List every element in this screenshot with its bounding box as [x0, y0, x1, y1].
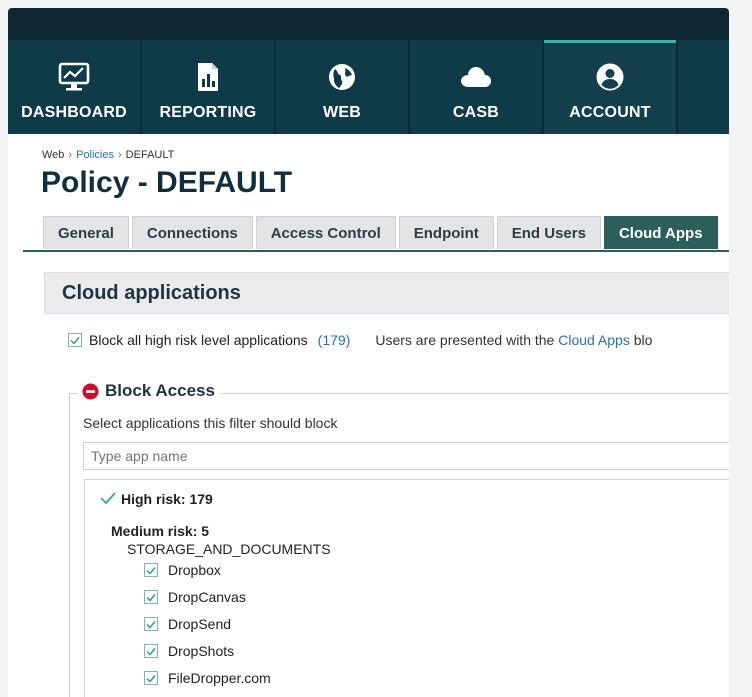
- app-search-input[interactable]: [83, 442, 729, 470]
- nav-web[interactable]: WEB: [276, 40, 410, 134]
- monitor-chart-icon: [57, 62, 91, 92]
- app-checkbox[interactable]: [144, 617, 158, 631]
- breadcrumb-policies-link[interactable]: Policies: [76, 149, 114, 161]
- user-circle-icon: [595, 62, 625, 92]
- info-prefix: Users are presented with the: [375, 332, 559, 348]
- app-checkbox[interactable]: [144, 590, 158, 604]
- app-checkbox[interactable]: [144, 563, 158, 577]
- block-all-row: Block all high risk level applications (…: [68, 332, 652, 348]
- app-name: DropCanvas: [168, 589, 246, 605]
- list-item[interactable]: DropCanvas: [144, 589, 246, 605]
- check-icon: [146, 620, 156, 629]
- main-nav: DASHBOARD REPORTING WEB CASB ACCOUNT: [8, 40, 729, 134]
- globe-icon: [327, 62, 357, 92]
- high-risk-label: High risk:: [121, 491, 186, 507]
- app-name: Dropbox: [168, 562, 221, 578]
- nav-label: DASHBOARD: [21, 104, 127, 121]
- nav-account[interactable]: ACCOUNT: [544, 40, 678, 134]
- check-icon: [70, 336, 80, 345]
- block-all-count[interactable]: (179): [318, 332, 351, 348]
- app-name: FileDropper.com: [168, 670, 271, 686]
- block-access-legend: Block Access: [78, 381, 221, 401]
- block-access-title: Block Access: [105, 381, 215, 400]
- nav-dashboard[interactable]: DASHBOARD: [8, 40, 142, 134]
- check-icon: [146, 566, 156, 575]
- check-icon: [146, 593, 156, 602]
- block-all-info: Users are presented with the Cloud Apps …: [375, 332, 652, 348]
- tab-end-users[interactable]: End Users: [496, 216, 601, 249]
- app-checkbox[interactable]: [144, 671, 158, 685]
- list-item[interactable]: DropSend: [144, 616, 231, 632]
- breadcrumb-separator: ›: [68, 149, 73, 161]
- breadcrumb-root[interactable]: Web: [42, 149, 64, 161]
- section-title: Cloud applications: [62, 281, 241, 304]
- tab-general[interactable]: General: [43, 216, 129, 249]
- block-access-hint: Select applications this filter should b…: [83, 415, 338, 431]
- check-icon: [146, 647, 156, 656]
- nav-reporting[interactable]: REPORTING: [142, 40, 276, 134]
- policy-tabs: General Connections Access Control Endpo…: [43, 216, 721, 250]
- breadcrumb: Web › Policies › DEFAULT: [42, 149, 174, 161]
- breadcrumb-current: DEFAULT: [125, 149, 175, 161]
- nav-label: WEB: [323, 104, 361, 121]
- report-icon: [195, 62, 221, 92]
- info-suffix: blo: [629, 332, 653, 348]
- high-risk-row[interactable]: High risk: 179: [100, 491, 213, 507]
- nav-label: CASB: [452, 104, 500, 121]
- stop-icon: [82, 383, 99, 400]
- list-item[interactable]: Dropbox: [144, 562, 221, 578]
- breadcrumb-separator: ›: [118, 149, 122, 161]
- list-item[interactable]: DropShots: [144, 643, 234, 659]
- high-risk-count: 179: [189, 491, 213, 507]
- check-icon: [146, 674, 156, 683]
- cloud-icon: [459, 62, 493, 92]
- app-checkbox[interactable]: [144, 644, 158, 658]
- tab-endpoint[interactable]: Endpoint: [398, 216, 494, 249]
- app-name: DropSend: [168, 616, 232, 632]
- block-all-label: Block all high risk level applications: [89, 332, 308, 348]
- app-list: [84, 479, 729, 697]
- top-bar: [8, 8, 729, 40]
- block-all-checkbox[interactable]: [68, 333, 82, 347]
- app-frame: DASHBOARD REPORTING WEB CASB ACCOUNT Web…: [8, 8, 729, 697]
- nav-casb[interactable]: CASB: [410, 40, 544, 134]
- section-header: Cloud applications: [44, 272, 729, 314]
- checkmark-icon: [100, 491, 116, 507]
- nav-label: REPORTING: [159, 104, 257, 121]
- tab-connections[interactable]: Connections: [131, 216, 253, 249]
- cloud-apps-link[interactable]: Cloud Apps: [558, 332, 630, 348]
- page-title: Policy - DEFAULT: [41, 166, 293, 199]
- category-label: STORAGE_AND_DOCUMENTS: [127, 541, 331, 557]
- list-item[interactable]: FileDropper.com: [144, 670, 271, 686]
- tab-access-control[interactable]: Access Control: [255, 216, 396, 249]
- medium-risk-label: Medium risk: 5: [111, 523, 210, 539]
- nav-label: ACCOUNT: [569, 104, 651, 121]
- tab-cloud-apps[interactable]: Cloud Apps: [603, 216, 718, 249]
- tabs-divider: [23, 250, 729, 252]
- app-name: DropShots: [168, 643, 235, 659]
